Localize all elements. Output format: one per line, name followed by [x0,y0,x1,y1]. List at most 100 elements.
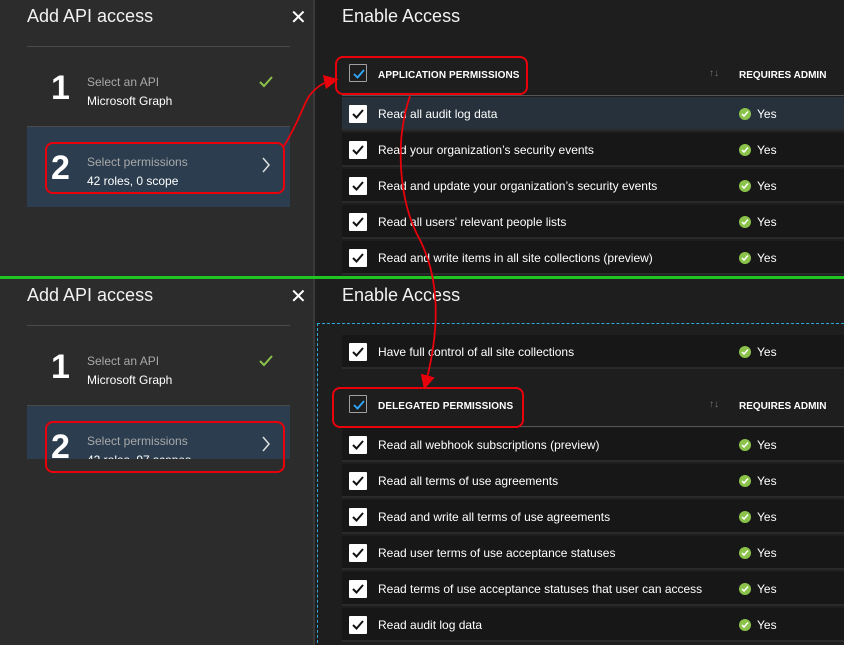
checkbox-checked-icon[interactable] [349,544,367,562]
blade-lower-area [0,459,315,645]
sort-arrows-icon[interactable]: ↑↓ [709,399,719,410]
top-screenshot-panel: Add API access ✕ 1 Select an API Microso… [0,0,844,276]
step-label: Select an API [87,75,160,89]
green-check-circle-icon [739,583,751,595]
permission-label: Have full control of all site collection… [378,345,575,359]
requires-admin-value: Yes [757,474,777,488]
permission-row[interactable]: Read your organization’s security events… [342,133,844,167]
green-check-circle-icon [739,180,751,192]
step-value: Microsoft Graph [87,373,173,387]
checkbox-checked-icon[interactable] [349,64,367,82]
checkmark-icon [259,76,273,88]
section-header-label: APPLICATION PERMISSIONS [378,70,520,81]
requires-admin-value: Yes [757,251,777,265]
requires-admin-value: Yes [757,546,777,560]
permission-row[interactable]: Read and update your organization’s secu… [342,169,844,203]
step-value: Microsoft Graph [87,94,173,108]
delegated-permissions-header[interactable]: DELEGATED PERMISSIONS ↑↓ REQUIRES ADMIN [342,387,844,427]
permission-label: Read your organization’s security events [378,143,594,157]
checkmark-icon [259,355,273,367]
step-value: 42 roles, 0 scope [87,174,179,188]
step-label: Select an API [87,354,160,368]
requires-admin-value: Yes [757,618,777,632]
green-check-circle-icon [739,252,751,264]
permission-row[interactable]: Read and write items in all site collect… [342,241,844,275]
checkbox-checked-icon[interactable] [349,213,367,231]
section-header-label: DELEGATED PERMISSIONS [378,401,514,412]
permission-row[interactable]: Read all audit log data Yes [342,97,844,131]
checkbox-checked-icon[interactable] [349,436,367,454]
requires-admin-value: Yes [757,582,777,596]
green-check-circle-icon [739,547,751,559]
requires-admin-value: Yes [757,215,777,229]
permission-label: Read user terms of use acceptance status… [378,546,616,560]
step-select-api[interactable]: 1 Select an API Microsoft Graph [27,47,290,127]
blade-title: Add API access [27,285,154,305]
requires-admin-value: Yes [757,438,777,452]
enable-access-blade: Enable Access Have full control of all s… [317,279,844,645]
add-api-access-blade: Add API access ✕ 1 Select an API Microso… [0,0,315,276]
permission-row[interactable]: Read terms of use acceptance statuses th… [342,572,844,606]
blade-title: Add API access [27,6,154,26]
checkbox-checked-icon[interactable] [349,616,367,634]
close-icon[interactable]: ✕ [290,5,307,30]
checkbox-checked-icon[interactable] [349,177,367,195]
close-icon[interactable]: ✕ [290,284,307,309]
step-select-api[interactable]: 1 Select an API Microsoft Graph [27,326,290,406]
permission-row[interactable]: Read all webhook subscriptions (preview)… [342,428,844,462]
application-permissions-header[interactable]: APPLICATION PERMISSIONS ↑↓ REQUIRES ADMI… [342,56,844,96]
step-select-permissions[interactable]: 2 Select permissions 42 roles, 0 scope [27,127,290,207]
bottom-screenshot-panel: Add API access ✕ 1 Select an API Microso… [0,279,844,645]
checkbox-checked-icon[interactable] [349,343,367,361]
permission-label: Read audit log data [378,618,483,632]
requires-admin-value: Yes [757,345,777,359]
permission-label: Read all webhook subscriptions (preview) [378,438,600,452]
permission-row[interactable]: Read all users' relevant people lists Ye… [342,205,844,239]
green-check-circle-icon [739,346,751,358]
permission-label: Read and write all terms of use agreemen… [378,510,611,524]
step-number: 1 [51,69,70,107]
requires-admin-value: Yes [757,107,777,121]
sort-arrows-icon[interactable]: ↑↓ [709,68,719,79]
permission-row[interactable]: Read audit log data Yes [342,608,844,642]
permission-row[interactable]: Read and write all terms of use agreemen… [342,500,844,534]
blade-title: Enable Access [342,6,461,26]
checkbox-checked-icon[interactable] [349,395,367,413]
step-label: Select permissions [87,434,188,448]
add-api-access-blade: Add API access ✕ 1 Select an API Microso… [0,279,315,486]
permission-row[interactable]: Have full control of all site collection… [342,335,844,369]
green-check-circle-icon [739,619,751,631]
green-check-circle-icon [739,216,751,228]
checkbox-checked-icon[interactable] [349,141,367,159]
green-check-circle-icon [739,108,751,120]
green-check-circle-icon [739,144,751,156]
permission-label: Read and write items in all site collect… [378,251,653,265]
permission-row[interactable]: Read all terms of use agreements Yes [342,464,844,498]
permission-row[interactable]: Read user terms of use acceptance status… [342,536,844,570]
step-label: Select permissions [87,155,188,169]
permission-label: Read terms of use acceptance statuses th… [378,582,703,596]
requires-admin-header: REQUIRES ADMIN [739,70,827,81]
permission-label: Read all users' relevant people lists [378,215,567,229]
green-check-circle-icon [739,511,751,523]
chevron-right-icon [262,436,270,452]
green-check-circle-icon [739,439,751,451]
step-number: 1 [51,348,70,386]
chevron-right-icon [262,157,270,173]
requires-admin-value: Yes [757,143,777,157]
permission-label: Read all audit log data [378,107,498,121]
permission-label: Read and update your organization’s secu… [378,179,658,193]
permission-label: Read all terms of use agreements [378,474,559,488]
checkbox-checked-icon[interactable] [349,472,367,490]
checkbox-checked-icon[interactable] [349,105,367,123]
requires-admin-header: REQUIRES ADMIN [739,401,827,412]
step-number: 2 [51,149,70,187]
enable-access-blade: Enable Access APPLICATION PERMISSIONS ↑↓… [317,0,844,276]
checkbox-checked-icon[interactable] [349,580,367,598]
requires-admin-value: Yes [757,179,777,193]
green-check-circle-icon [739,475,751,487]
checkbox-checked-icon[interactable] [349,249,367,267]
checkbox-checked-icon[interactable] [349,508,367,526]
requires-admin-value: Yes [757,510,777,524]
blade-title: Enable Access [342,285,461,305]
